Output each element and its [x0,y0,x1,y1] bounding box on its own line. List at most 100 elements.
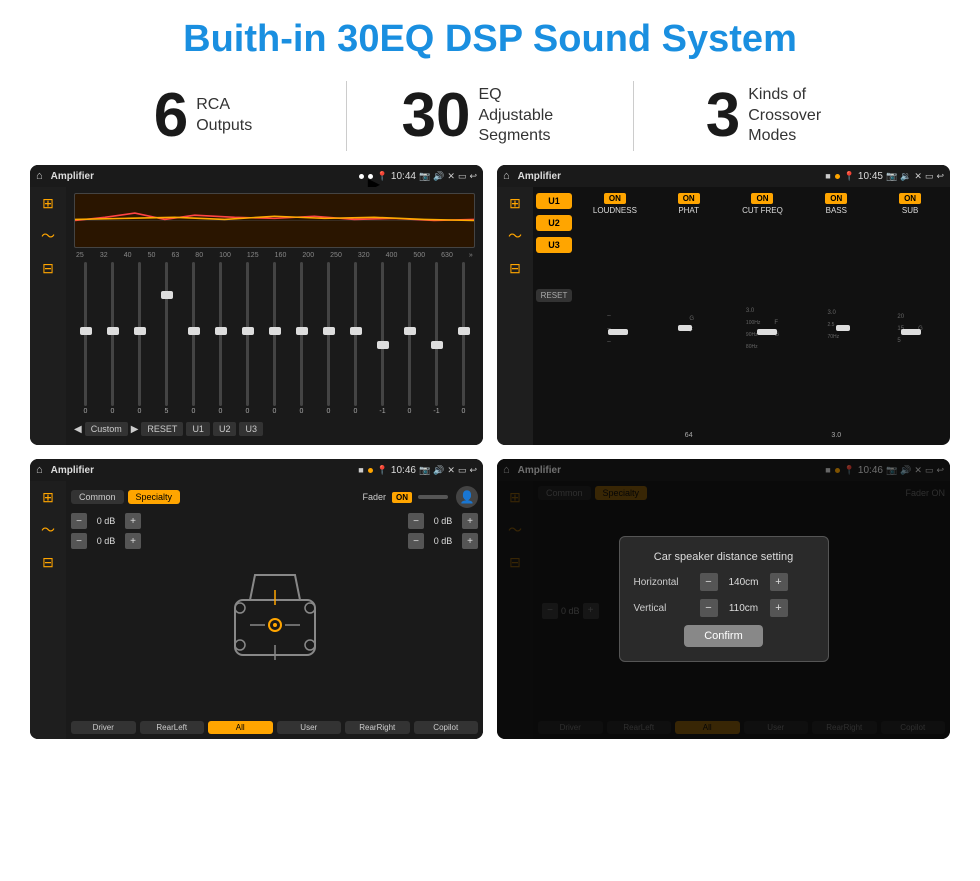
eq-u3-btn[interactable]: U3 [239,422,263,436]
bass-on[interactable]: ON [825,193,847,204]
cross-right-panel: − 0 dB + − 0 dB + [408,513,478,716]
amp-u3-btn[interactable]: U3 [536,237,572,253]
amp-screen-content: ⊞ 〜 ⊟ U1 U2 U3 RESET ON LOUDNESS [497,187,950,445]
amp-controls-panel: ON LOUDNESS ~~~ [575,187,950,445]
dialog-horizontal-val: 140cm [722,577,766,588]
eq-next-arrow[interactable]: ▶ [131,424,139,435]
cross-status-bar: ⌂ Amplifier ■ 📍 10:46 📷 🔊 ✕ ▭ ↩ [30,459,483,481]
eq-slider-15[interactable]: 0 [452,262,475,415]
amp-eq-icon[interactable]: ⊞ [509,195,521,212]
db-row-3: − 0 dB + [408,513,478,529]
loudness-on[interactable]: ON [604,193,626,204]
amp-u2-btn[interactable]: U2 [536,215,572,231]
home-icon[interactable]: ⌂ [36,170,43,182]
cross-time: 10:46 [391,465,416,476]
amp-status-icons: 📍 10:45 📷 🔉 ✕ ▭ ↩ [844,171,944,182]
tab-specialty[interactable]: Specialty [128,490,181,504]
cutfreq-col: ON CUT FREQ 3.0 100Hz 90Hz 80Hz [729,193,797,439]
dialog-vertical-label: Vertical [634,603,694,614]
db-plus-3[interactable]: + [462,513,478,529]
expand-icon[interactable]: » [469,252,473,259]
cross-rearleft-btn[interactable]: RearLeft [140,721,205,734]
db-minus-1[interactable]: − [71,513,87,529]
amp-vol-down-icon[interactable]: ⊟ [509,260,521,277]
db-val-3: 0 dB [427,516,459,526]
cross-all-btn[interactable]: All [208,721,273,734]
freq-630: 630 [441,252,453,259]
stat-number-rca: 6 [154,85,188,147]
cross-user-btn[interactable]: User [277,721,342,734]
cross-back-icon: ↩ [469,465,477,476]
amp-wave-icon[interactable]: 〜 [508,226,522,246]
cutfreq-on[interactable]: ON [751,193,773,204]
db-plus-2[interactable]: + [125,533,141,549]
eq-slider-6[interactable]: 0 [209,262,232,415]
stat-label-crossover: Kinds ofCrossover Modes [748,85,848,147]
eq-slider-12[interactable]: -1 [371,262,394,415]
crossover-screen-card: ⌂ Amplifier ■ 📍 10:46 📷 🔊 ✕ ▭ ↩ ⊞ 〜 ⊟ [30,459,483,739]
dialog-horizontal-plus[interactable]: + [770,573,788,591]
gps-icon: 📍 [377,171,388,182]
dialog-horizontal-ctrl: − 140cm + [700,573,788,591]
cross-vol-down-icon[interactable]: ⊟ [42,554,54,571]
eq-slider-10[interactable]: 0 [317,262,340,415]
bass-label: BASS [826,206,847,215]
amp-u1-btn[interactable]: U1 [536,193,572,209]
eq-slider-14[interactable]: -1 [425,262,448,415]
eq-slider-13[interactable]: 0 [398,262,421,415]
dialog-vertical-plus[interactable]: + [770,599,788,617]
camera-icon: 📷 [419,171,430,182]
eq-prev-arrow[interactable]: ◀ [74,424,82,435]
cross-driver-btn[interactable]: Driver [71,721,136,734]
eq-slider-4[interactable]: 5 [155,262,178,415]
tab-common[interactable]: Common [71,490,124,504]
phat-on[interactable]: ON [678,193,700,204]
dialog-vertical-minus[interactable]: − [700,599,718,617]
eq-slider-2[interactable]: 0 [101,262,124,415]
stat-label-rca: RCAOutputs [196,95,252,137]
amp-app-name: Amplifier [518,171,822,182]
vol-down-icon[interactable]: ⊟ [42,260,54,277]
wave-icon[interactable]: 〜 [41,226,55,246]
eq-custom-btn[interactable]: Custom [85,422,128,436]
eq-slider-5[interactable]: 0 [182,262,205,415]
eq-freq-labels: 25 32 40 50 63 80 100 125 160 200 250 32… [74,252,475,259]
amp-reset-btn[interactable]: RESET [536,289,572,302]
cross-eq-icon[interactable]: ⊞ [42,489,54,506]
cross-copilot-btn[interactable]: Copilot [414,721,479,734]
freq-25: 25 [76,252,84,259]
profile-icon[interactable]: 👤 [456,486,478,508]
amp-dot1: ■ [825,171,830,181]
cross-home-icon[interactable]: ⌂ [36,464,43,476]
fader-on[interactable]: ON [392,492,412,503]
eq-slider-9[interactable]: 0 [290,262,313,415]
eq-slider-7[interactable]: 0 [236,262,259,415]
db-plus-1[interactable]: + [125,513,141,529]
freq-250: 250 [330,252,342,259]
amp-home-icon[interactable]: ⌂ [503,170,510,182]
stat-rca: 6 RCAOutputs [60,85,346,147]
eq-slider-1[interactable]: 0 [74,262,97,415]
confirm-button[interactable]: Confirm [684,625,763,647]
dialog-horizontal-minus[interactable]: − [700,573,718,591]
cross-wave-icon[interactable]: 〜 [41,520,55,540]
fader-slider[interactable] [418,495,448,499]
eq-icon[interactable]: ⊞ [42,195,54,212]
db-minus-4[interactable]: − [408,533,424,549]
db-plus-4[interactable]: + [462,533,478,549]
eq-slider-11[interactable]: 0 [344,262,367,415]
sub-on[interactable]: ON [899,193,921,204]
eq-time: 10:44 [391,171,416,182]
db-minus-2[interactable]: − [71,533,87,549]
back-icon: ↩ [469,171,477,182]
eq-reset-btn[interactable]: RESET [141,422,183,436]
eq-slider-8[interactable]: 0 [263,262,286,415]
eq-u2-btn[interactable]: U2 [213,422,237,436]
eq-slider-3[interactable]: 0 [128,262,151,415]
stat-crossover: 3 Kinds ofCrossover Modes [634,85,920,147]
eq-u1-btn[interactable]: U1 [186,422,210,436]
dialog-horizontal-label: Horizontal [634,577,694,588]
db-minus-3[interactable]: − [408,513,424,529]
cross-side-icons: ⊞ 〜 ⊟ [30,481,66,739]
cross-rearright-btn[interactable]: RearRight [345,721,410,734]
